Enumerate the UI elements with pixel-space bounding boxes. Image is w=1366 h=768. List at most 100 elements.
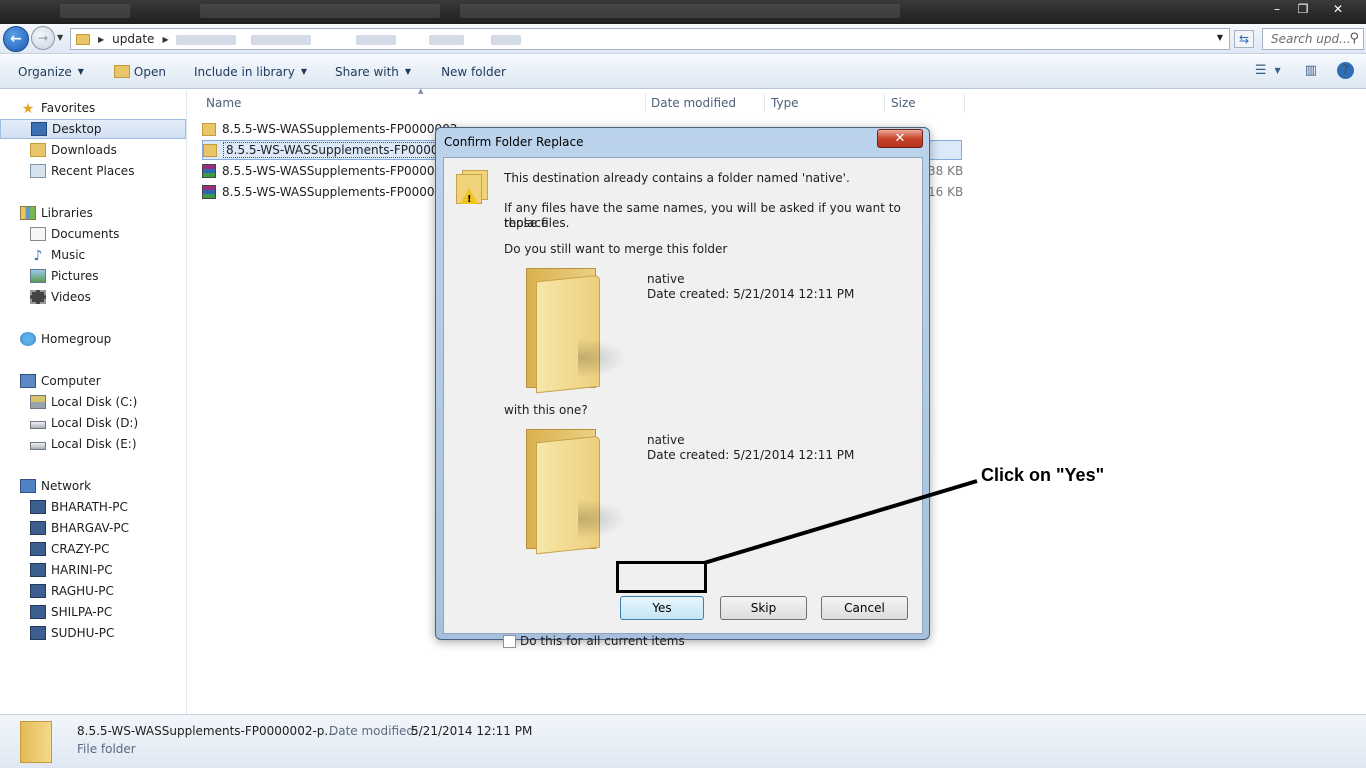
breadcrumb-update[interactable]: update: [112, 32, 154, 46]
view-options-icon[interactable]: ☰: [1255, 63, 1267, 78]
help-button[interactable]: ?: [1337, 62, 1354, 79]
share-label: Share with: [335, 64, 399, 79]
nav-network-pc[interactable]: HARINI-PC: [0, 560, 186, 580]
chevron-down-icon[interactable]: ▼: [1275, 66, 1281, 75]
open-label: Open: [133, 64, 166, 79]
arrow-right-icon: →: [37, 31, 49, 45]
nav-label: SHILPA-PC: [51, 605, 113, 619]
nav-homegroup[interactable]: Homegroup: [0, 329, 186, 349]
nav-network-pc[interactable]: RAGHU-PC: [0, 581, 186, 601]
nav-local-disk-e[interactable]: Local Disk (E:): [0, 434, 186, 454]
nav-label: BHARATH-PC: [51, 500, 128, 514]
nav-network-pc[interactable]: CRAZY-PC: [0, 539, 186, 559]
nav-network[interactable]: Network: [0, 476, 186, 496]
minimize-button[interactable]: –: [1264, 0, 1290, 18]
include-in-library-button[interactable]: Include in library ▼: [194, 65, 307, 79]
faded-breadcrumb: [251, 35, 311, 45]
search-placeholder: Search upd...: [1271, 32, 1351, 46]
faded-breadcrumb: [356, 35, 396, 45]
breadcrumb-chevron-icon[interactable]: ▶: [162, 35, 168, 44]
maximize-button[interactable]: ❐: [1290, 0, 1316, 18]
refresh-button[interactable]: ⇆: [1234, 30, 1254, 48]
preview-pane-icon[interactable]: ▥: [1305, 63, 1317, 78]
column-header-name[interactable]: Name: [200, 93, 646, 113]
column-label: Date modified: [651, 96, 737, 110]
arrow-left-icon: ←: [10, 31, 22, 47]
pictures-icon: [30, 269, 46, 283]
cancel-button[interactable]: Cancel: [821, 596, 908, 620]
hard-drive-icon: [30, 421, 46, 429]
pc-icon: [30, 584, 46, 598]
details-file-name: 8.5.5-WS-WASSupplements-FP0000002-p...: [77, 724, 336, 738]
address-field[interactable]: ▶ update ▶ ▼: [70, 28, 1230, 50]
pc-icon: [30, 500, 46, 514]
column-header-size[interactable]: Size: [885, 93, 965, 113]
nav-libraries[interactable]: Libraries: [0, 203, 186, 223]
apply-to-all-checkbox[interactable]: Do this for all current items: [503, 634, 685, 648]
close-window-button[interactable]: ✕: [1316, 0, 1360, 18]
nav-network-pc[interactable]: BHARGAV-PC: [0, 518, 186, 538]
breadcrumb-chevron-icon[interactable]: ▶: [98, 35, 104, 44]
blurred-title: [460, 4, 900, 18]
back-button[interactable]: ←: [3, 26, 29, 52]
search-input[interactable]: Search upd... ⚲: [1262, 28, 1364, 50]
nav-network-pc[interactable]: BHARATH-PC: [0, 497, 186, 517]
nav-pictures[interactable]: Pictures: [0, 266, 186, 286]
nav-label: Network: [41, 479, 92, 493]
file-row[interactable]: 8.5.5-WS-WASSupplements-FP0000002: [202, 119, 457, 139]
nav-desktop[interactable]: Desktop: [0, 119, 186, 139]
folder-icon: [202, 122, 216, 136]
folder-icon: [20, 721, 52, 763]
nav-favorites[interactable]: ★ Favorites: [0, 98, 186, 118]
nav-local-disk-c[interactable]: Local Disk (C:): [0, 392, 186, 412]
blurred-title: [200, 4, 440, 18]
film-strip-icon: [30, 290, 46, 304]
nav-computer[interactable]: Computer: [0, 371, 186, 391]
nav-documents[interactable]: Documents: [0, 224, 186, 244]
nav-recent-places[interactable]: Recent Places: [0, 161, 186, 181]
nav-network-pc[interactable]: SUDHU-PC: [0, 623, 186, 643]
details-date-label: Date modified:: [329, 724, 419, 738]
nav-videos[interactable]: Videos: [0, 287, 186, 307]
nav-local-disk-d[interactable]: Local Disk (D:): [0, 413, 186, 433]
nav-music[interactable]: ♪ Music: [0, 245, 186, 265]
file-row[interactable]: 8.5.5-WS-WASSupplements-FP0000002-: [202, 161, 462, 181]
faded-breadcrumb: [429, 35, 464, 45]
dialog-question: with this one?: [504, 403, 588, 417]
nav-label: Local Disk (C:): [51, 395, 138, 409]
yes-button[interactable]: Yes: [620, 596, 704, 620]
open-button[interactable]: Open: [113, 64, 166, 79]
refresh-icon: ⇆: [1238, 32, 1250, 46]
dialog-message: This destination already contains a fold…: [504, 171, 850, 185]
open-folder-icon: [113, 65, 130, 78]
column-header-date-modified[interactable]: Date modified: [645, 93, 765, 113]
nav-label: Recent Places: [51, 164, 135, 178]
warning-folder-icon: !: [456, 170, 488, 206]
organize-button[interactable]: Organize ▼: [18, 65, 84, 79]
column-header-type[interactable]: Type: [765, 93, 885, 113]
faded-breadcrumb: [491, 35, 521, 45]
dialog-close-button[interactable]: ✕: [877, 129, 923, 148]
file-name: 8.5.5-WS-WASSupplements-FP0000002-: [222, 185, 462, 199]
share-with-button[interactable]: Share with ▼: [335, 65, 411, 79]
network-icon: [20, 479, 36, 493]
search-icon: ⚲: [1349, 31, 1359, 46]
nav-downloads[interactable]: Downloads: [0, 140, 186, 160]
folder-icon: [522, 268, 632, 394]
window-controls: – ❐ ✕: [1264, 0, 1360, 18]
nav-network-pc[interactable]: SHILPA-PC: [0, 602, 186, 622]
details-date-value: 5/21/2014 12:11 PM: [411, 724, 533, 738]
new-folder-label: New folder: [441, 64, 506, 79]
skip-button[interactable]: Skip: [720, 596, 807, 620]
recent-pages-dropdown[interactable]: ▼: [57, 33, 63, 42]
forward-button[interactable]: →: [31, 26, 55, 50]
nav-label: Videos: [51, 290, 91, 304]
nav-label: SUDHU-PC: [51, 626, 115, 640]
file-row[interactable]: 8.5.5-WS-WASSupplements-FP0000002-: [202, 182, 462, 202]
address-dropdown-icon[interactable]: ▼: [1217, 33, 1223, 42]
checkbox-box[interactable]: [503, 634, 516, 648]
annotation-text: Click on "Yes": [981, 465, 1105, 485]
star-icon: ★: [21, 101, 35, 117]
new-folder-button[interactable]: New folder: [441, 65, 506, 79]
blurred-title: [60, 4, 130, 18]
